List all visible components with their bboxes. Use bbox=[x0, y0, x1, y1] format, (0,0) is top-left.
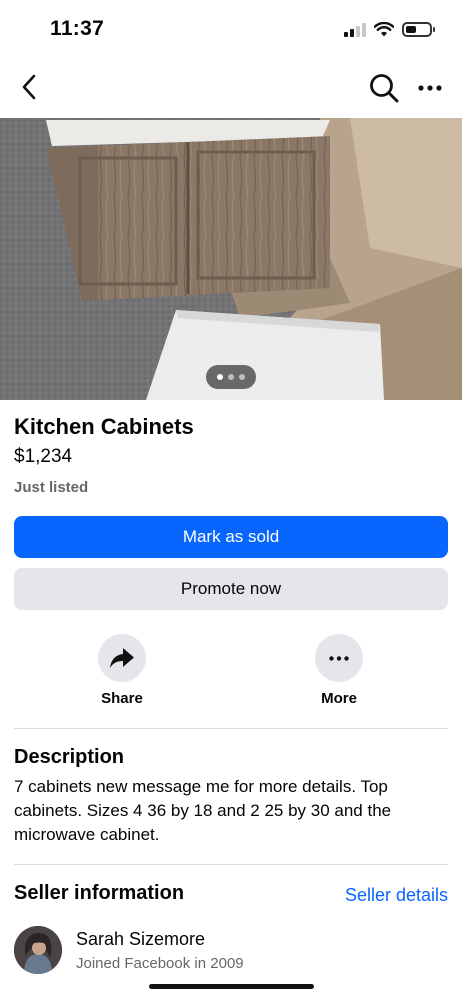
avatar-image bbox=[14, 926, 62, 974]
seller-info-heading: Seller information bbox=[14, 882, 185, 904]
search-icon bbox=[370, 74, 399, 103]
listing-photo[interactable] bbox=[0, 118, 462, 400]
photo-page-indicator[interactable] bbox=[206, 365, 256, 389]
share-icon bbox=[110, 648, 134, 668]
listing-status: Just listed bbox=[14, 479, 89, 496]
divider bbox=[14, 728, 448, 729]
action-row: Share More bbox=[0, 634, 462, 714]
more-horizontal-icon bbox=[329, 655, 349, 661]
description-body: 7 cabinets new message me for more detai… bbox=[14, 777, 392, 844]
share-action[interactable]: Share bbox=[77, 634, 167, 707]
page-dot bbox=[228, 374, 234, 380]
status-icons bbox=[344, 22, 435, 37]
status-time: 11:37 bbox=[50, 17, 105, 40]
status-bar: 11:37 bbox=[0, 0, 462, 60]
more-label: More bbox=[321, 690, 357, 707]
battery-icon bbox=[402, 22, 435, 37]
home-indicator[interactable] bbox=[149, 984, 314, 989]
cellular-signal-icon bbox=[344, 22, 366, 37]
seller-avatar[interactable] bbox=[14, 926, 62, 974]
seller-joined: Joined Facebook in 2009 bbox=[76, 955, 244, 972]
listing-price: $1,234 bbox=[14, 446, 73, 467]
cabinets-photo-image bbox=[0, 118, 462, 400]
listing-title: Kitchen Cabinets bbox=[14, 414, 194, 439]
more-options-button[interactable] bbox=[414, 72, 446, 104]
back-button[interactable] bbox=[14, 70, 44, 104]
share-label: Share bbox=[101, 690, 143, 707]
nav-bar bbox=[0, 60, 462, 116]
page-dot-active bbox=[217, 374, 223, 380]
more-icon bbox=[418, 85, 442, 91]
share-button[interactable] bbox=[98, 634, 146, 682]
search-button[interactable] bbox=[368, 72, 400, 104]
description-heading: Description bbox=[14, 746, 125, 768]
back-icon bbox=[22, 74, 36, 100]
divider bbox=[14, 864, 448, 865]
promote-now-button[interactable]: Promote now bbox=[14, 568, 448, 610]
more-action[interactable]: More bbox=[294, 634, 384, 707]
seller-details-link[interactable]: Seller details bbox=[345, 885, 448, 906]
page-dot bbox=[239, 374, 245, 380]
more-button[interactable] bbox=[315, 634, 363, 682]
wifi-icon bbox=[374, 22, 394, 37]
mark-as-sold-button[interactable]: Mark as sold bbox=[14, 516, 448, 558]
seller-name[interactable]: Sarah Sizemore bbox=[76, 929, 205, 950]
